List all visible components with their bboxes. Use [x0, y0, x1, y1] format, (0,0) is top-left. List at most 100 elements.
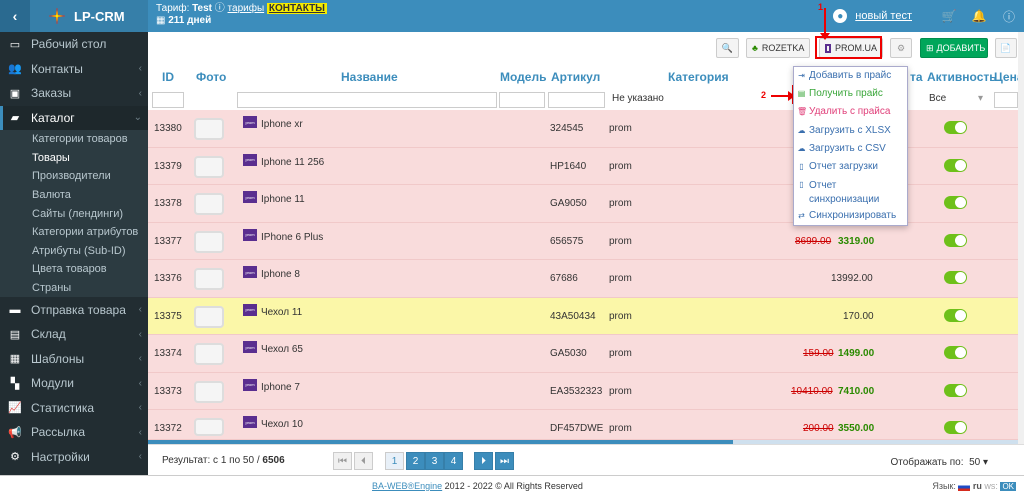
sidebar-item-templates[interactable]: ▦ Шаблоны ‹ [0, 346, 148, 371]
sidebar-sub-item[interactable]: Категории атрибутов [0, 223, 148, 242]
menu-item-upload-csv[interactable]: ☁ Загрузить с CSV [797, 143, 886, 154]
photo-placeholder-icon[interactable] [194, 343, 224, 365]
filter-category-select[interactable]: Не указано [608, 92, 794, 108]
table-row[interactable]: 13374 prom Чехол 65 GA5030 prom 159.00 1… [148, 335, 1018, 373]
settings-button[interactable]: ⚙ [890, 38, 912, 58]
sidebar-sub-item[interactable]: Цвета товаров [0, 260, 148, 279]
col-sku[interactable]: Артикул [551, 70, 600, 84]
row-name[interactable]: Чехол 65 [261, 344, 303, 355]
photo-placeholder-icon[interactable] [194, 305, 224, 328]
tariffs-link[interactable]: тарифы [228, 3, 265, 14]
next-page-button[interactable]: ⏵ [474, 452, 493, 470]
row-name[interactable]: Чехол 10 [261, 419, 303, 430]
activity-toggle[interactable] [944, 383, 967, 397]
menu-item-add-to-price[interactable]: ⇥ Добавить в прайс [797, 70, 891, 81]
sidebar-item-warehouse[interactable]: ▤ Склад ‹ [0, 322, 148, 347]
last-page-button[interactable]: ⏭ [495, 452, 514, 470]
photo-placeholder-icon[interactable] [194, 380, 224, 403]
app-title[interactable]: LP-CRM [74, 9, 125, 24]
photo-placeholder-icon[interactable] [194, 230, 224, 253]
add-button[interactable]: ⊞ ДОБАВИТЬ [920, 38, 988, 58]
menu-item-upload-xlsx[interactable]: ☁ Загрузить с XLSX [797, 125, 891, 136]
page-button-1[interactable]: 1 [385, 452, 404, 470]
activity-toggle[interactable] [944, 421, 967, 434]
sidebar-sub-item[interactable]: Страны [0, 279, 148, 298]
col-partial[interactable]: та [910, 70, 923, 84]
search-button[interactable]: 🔍 [716, 38, 739, 58]
per-page-select[interactable]: 50 [969, 457, 980, 468]
info-circle-icon[interactable]: ⓘ [994, 8, 1024, 25]
vertical-scrollbar[interactable] [1018, 32, 1024, 475]
sidebar-sub-item-products[interactable]: Товары [0, 149, 148, 168]
bell-icon[interactable]: 🔔 [964, 9, 994, 23]
activity-toggle[interactable] [944, 308, 967, 322]
col-activity[interactable]: Активность [927, 70, 997, 84]
col-name[interactable]: Название [341, 70, 398, 84]
sidebar-item-statistics[interactable]: 📈 Статистика ‹ [0, 395, 148, 420]
sidebar-sub-item[interactable]: Атрибуты (Sub-ID) [0, 242, 148, 261]
sidebar-item-contacts[interactable]: 👥 Контакты ‹ [0, 57, 148, 82]
photo-placeholder-icon[interactable] [194, 193, 224, 215]
sidebar-sub-item[interactable]: Категории товаров [0, 130, 148, 149]
menu-item-synchronize[interactable]: ⇄ Синхронизировать [797, 210, 896, 221]
filter-activity-select[interactable]: Все ▾ [925, 92, 987, 108]
col-photo[interactable]: Фото [196, 70, 226, 84]
cart-icon[interactable]: 🛒 [934, 9, 964, 23]
sidebar-sub-item[interactable]: Валюта [0, 186, 148, 205]
page-button-3[interactable]: 3 [425, 452, 444, 470]
user-name[interactable]: новый тест [855, 10, 912, 22]
filter-id-input[interactable] [152, 92, 184, 108]
page-button-2[interactable]: 2 [406, 452, 425, 470]
activity-toggle[interactable] [944, 271, 967, 284]
photo-placeholder-icon[interactable] [194, 155, 224, 178]
filter-sku-input[interactable] [548, 92, 605, 108]
row-name[interactable]: Iphone 8 [261, 269, 300, 280]
photo-placeholder-icon[interactable] [194, 418, 224, 436]
row-name[interactable]: Iphone 11 256 [261, 157, 324, 168]
sidebar-sub-item[interactable]: Сайты (лендинги) [0, 204, 148, 223]
col-category[interactable]: Категория [668, 70, 729, 84]
sidebar-item-desktop[interactable]: ▭ Рабочий стол [0, 32, 148, 57]
first-page-button[interactable]: ⏮ [333, 452, 352, 470]
photo-placeholder-icon[interactable] [194, 118, 224, 140]
filter-name-input[interactable] [237, 92, 497, 108]
brand-link[interactable]: BA-WEB®Engine [372, 481, 442, 491]
table-row[interactable]: 13372 prom Чехол 10 DF457DWE prom 200.00… [148, 410, 1018, 440]
row-name[interactable]: IPhone 6 Plus [261, 232, 323, 243]
info-icon[interactable]: ⓘ [215, 3, 225, 14]
menu-item-upload-report[interactable]: ▯ Отчет загрузки [797, 161, 878, 172]
table-row[interactable]: 13377 prom IPhone 6 Plus 656575 prom 869… [148, 222, 1018, 260]
filter-price-input[interactable] [994, 92, 1018, 108]
sidebar-sub-item[interactable]: Производители [0, 167, 148, 186]
row-name[interactable]: Iphone 11 [261, 194, 305, 205]
export-button[interactable]: 📄 [995, 38, 1017, 58]
menu-item-remove-from-price[interactable]: 🗑 Удалить с прайса [797, 106, 890, 117]
prev-page-button[interactable]: ⏴ [354, 452, 373, 470]
sidebar-item-catalog[interactable]: ▰ Каталог ⌄ [0, 105, 148, 130]
table-row[interactable]: 13375 prom Чехол 11 43A50434 prom 170.00 [148, 297, 1018, 335]
activity-toggle[interactable] [944, 121, 967, 134]
activity-toggle[interactable] [944, 196, 967, 209]
contacts-link[interactable]: КОНТАКТЫ [266, 3, 327, 14]
sidebar-item-mailing[interactable]: 📢 Рассылка ‹ [0, 420, 148, 445]
language-switcher[interactable]: Язык: ru ws: OK [932, 481, 1016, 491]
filter-model-input[interactable] [499, 92, 545, 108]
back-chevron-icon[interactable]: ‹ [0, 0, 30, 32]
table-row[interactable]: 13376 prom Iphone 8 67686 prom 13992.00 [148, 260, 1018, 298]
row-name[interactable]: Iphone xr [261, 119, 303, 130]
table-row[interactable]: 13373 prom Iphone 7 EA3532323 prom 10410… [148, 372, 1018, 410]
sidebar-item-orders[interactable]: ▣ Заказы ‹ [0, 81, 148, 106]
user-icon[interactable]: ● [833, 9, 848, 23]
col-model[interactable]: Модель [500, 70, 546, 84]
sidebar-item-settings[interactable]: ⚙ Настройки ‹ [0, 444, 148, 469]
sidebar-item-modules[interactable]: ▚ Модули ‹ [0, 371, 148, 396]
row-name[interactable]: Чехол 11 [261, 307, 302, 318]
activity-toggle[interactable] [944, 346, 967, 359]
photo-placeholder-icon[interactable] [194, 268, 224, 290]
activity-toggle[interactable] [944, 158, 967, 172]
activity-toggle[interactable] [944, 233, 967, 247]
menu-item-sync-report[interactable]: ▯ Отчет синхронизации [797, 179, 879, 207]
sidebar-item-shipping[interactable]: ▬ Отправка товара ‹ [0, 297, 148, 322]
col-id[interactable]: ID [162, 70, 174, 84]
page-button-4[interactable]: 4 [444, 452, 463, 470]
